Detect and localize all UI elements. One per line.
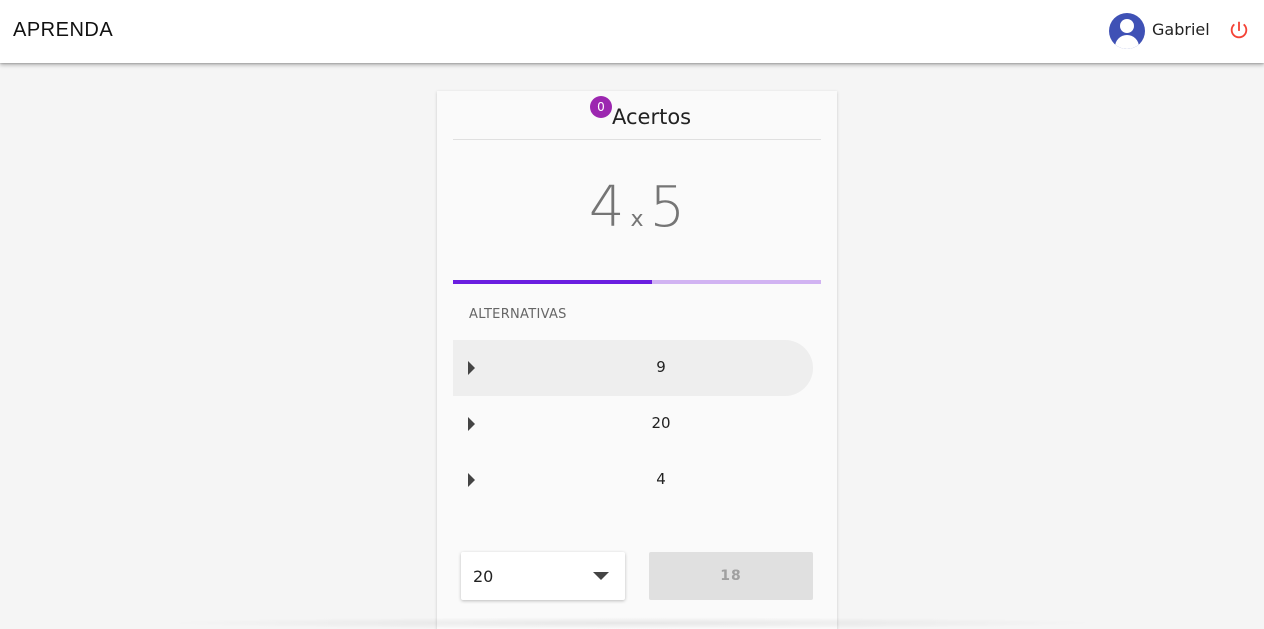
app-bar: APRENDA Gabriel <box>0 0 1264 63</box>
alternative-value: 9 <box>656 358 666 376</box>
question-operator: x <box>630 207 644 232</box>
alternative-item[interactable]: 20 <box>453 396 813 452</box>
avatar-body <box>1115 35 1139 49</box>
progress-fill <box>453 280 652 284</box>
alternative-value: 4 <box>656 470 666 488</box>
user-name: Gabriel <box>1152 20 1210 39</box>
quiz-card: 0 Acertos 4x5 ALTERNATIVAS 9 20 4 20 18 <box>437 91 837 629</box>
score-badge: 0 <box>590 96 612 118</box>
alternative-value: 20 <box>651 414 671 432</box>
power-icon[interactable] <box>1228 19 1250 41</box>
submit-button[interactable]: 18 <box>649 552 813 600</box>
score-header: 0 Acertos <box>453 91 821 140</box>
question: 4x5 <box>437 175 837 240</box>
score-label: Acertos <box>612 105 692 129</box>
avatar-head <box>1120 19 1134 33</box>
question-left-operand: 4 <box>588 175 625 240</box>
chevron-down-icon <box>593 572 609 580</box>
answer-select-value: 20 <box>473 567 494 586</box>
bottom-shadow <box>160 617 1104 629</box>
alternatives-header: ALTERNATIVAS <box>469 307 567 322</box>
alternative-item[interactable]: 9 <box>453 340 813 396</box>
app-title[interactable]: APRENDA <box>13 19 113 42</box>
alternative-item[interactable]: 4 <box>453 452 813 508</box>
progress-bar <box>453 280 821 284</box>
question-right-operand: 5 <box>649 175 686 240</box>
account-circle-icon[interactable] <box>1109 13 1145 49</box>
answer-select[interactable]: 20 <box>461 552 625 600</box>
